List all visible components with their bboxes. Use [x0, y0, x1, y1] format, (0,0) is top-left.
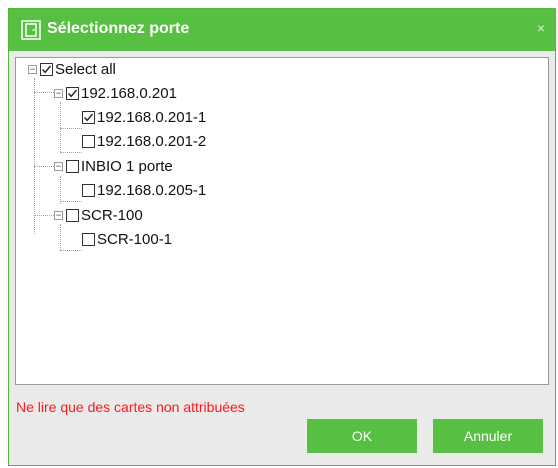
tree-node-label: 192.168.0.205-1 [97, 181, 207, 199]
tree-connector [34, 92, 54, 93]
tree-node-label: SCR-100-1 [97, 230, 173, 248]
minus-box-icon[interactable]: − [54, 88, 63, 98]
tree-node-label: 192.168.0.201-2 [97, 132, 207, 150]
tree-node-192-168-0-201-1[interactable]: 192.168.0.201-1 [82, 106, 206, 128]
dialog-titlebar: Sélectionnez porte × [9, 9, 555, 51]
dialog-title: Sélectionnez porte [47, 20, 190, 37]
select-door-dialog: Sélectionnez porte × − Select all − 192.… [8, 8, 556, 466]
minus-box-icon[interactable]: − [28, 64, 37, 74]
checkbox-select-all[interactable] [40, 62, 53, 76]
checkmark-icon [83, 113, 94, 121]
checkmark-icon [41, 65, 52, 73]
tree-connector [60, 102, 61, 152]
ok-button[interactable]: OK [307, 419, 417, 453]
checkbox-192-168-0-201-1[interactable] [82, 110, 95, 124]
tree-node-label: SCR-100 [81, 206, 143, 224]
checkbox-scr-100-1[interactable] [82, 232, 95, 246]
tree-node-192-168-0-201[interactable]: − 192.168.0.201 [54, 82, 177, 104]
minus-box-icon[interactable]: − [54, 210, 63, 220]
tree-node-scr-100-1[interactable]: SCR-100-1 [82, 228, 172, 250]
tree-node-label: 192.168.0.201 [81, 84, 177, 102]
tree-connector [34, 215, 54, 216]
checkbox-inbio-1-porte[interactable] [66, 159, 79, 173]
cancel-button[interactable]: Annuler [433, 419, 543, 453]
unassigned-cards-note: Ne lire que des cartes non attribuées [16, 399, 245, 415]
tree-connector [60, 224, 61, 250]
checkbox-192-168-0-201[interactable] [66, 86, 79, 100]
tree-node-scr-100[interactable]: − SCR-100 [54, 204, 143, 226]
checkbox-192-168-0-205-1[interactable] [82, 183, 95, 197]
tree-node-inbio-1-porte[interactable]: − INBIO 1 porte [54, 155, 173, 177]
tree-connector [60, 128, 82, 129]
tree-connector [60, 250, 82, 251]
tree-node-label: INBIO 1 porte [81, 157, 173, 175]
door-tree: − Select all − 192.168.0.201 192.168.0.2… [15, 57, 549, 385]
tree-connector [34, 166, 54, 167]
tree-node-label: 192.168.0.201-1 [97, 108, 207, 126]
tree-node-192-168-0-201-2[interactable]: 192.168.0.201-2 [82, 130, 206, 152]
checkbox-192-168-0-201-2[interactable] [82, 134, 95, 148]
tree-node-label: Select all [55, 60, 116, 78]
tree-connector [60, 201, 82, 202]
checkmark-icon [67, 89, 78, 97]
close-icon[interactable]: × [537, 20, 545, 36]
tree-connector [34, 78, 35, 234]
tree-node-192-168-0-205-1[interactable]: 192.168.0.205-1 [82, 179, 206, 201]
door-icon [21, 20, 41, 40]
minus-box-icon[interactable]: − [54, 161, 63, 171]
tree-connector [60, 152, 82, 153]
checkbox-scr-100[interactable] [66, 208, 79, 222]
tree-node-select-all[interactable]: − Select all [28, 58, 116, 80]
tree-connector [60, 176, 61, 204]
